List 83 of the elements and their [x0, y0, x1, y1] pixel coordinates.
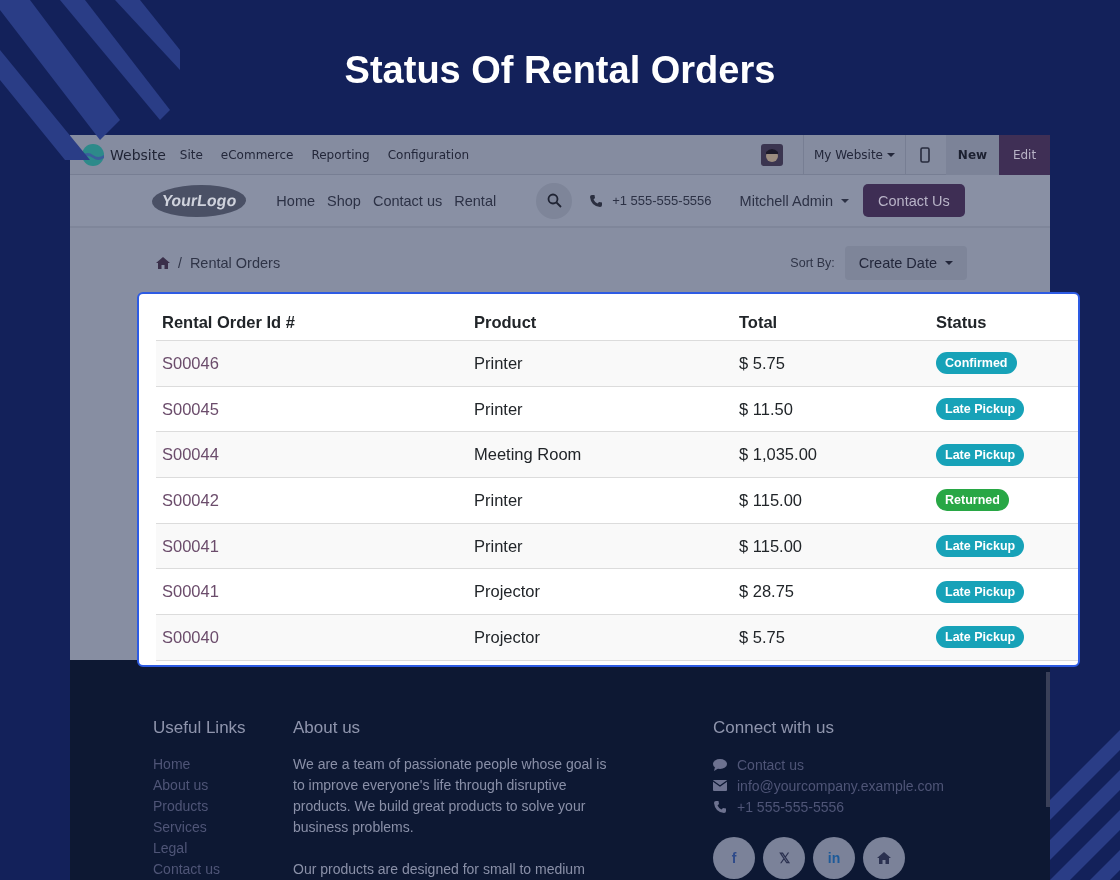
phone-number: +1 555-555-5556 [612, 193, 712, 208]
breadcrumb-separator: / [178, 255, 182, 271]
table-cell-text: Printer [474, 399, 524, 419]
sort-dropdown[interactable]: Create Date [844, 246, 967, 280]
table-cell-text: Projector [474, 582, 542, 602]
about-paragraph: We are a team of passionate people whose goal is to improve everyone's life through disruptive products. We build great products to solve your business problems. [293, 755, 608, 837]
order-id-link[interactable]: S00044 [162, 445, 219, 464]
footer-link[interactable]: About us [153, 775, 293, 796]
phone-icon [713, 800, 727, 813]
order-id-link[interactable]: S00042 [162, 490, 219, 509]
admin-menu-item[interactable]: Configuration [387, 147, 470, 162]
social-home-link[interactable] [863, 837, 905, 879]
home-icon [877, 852, 891, 864]
globe-logo-icon [82, 143, 104, 166]
table-cell-text: Printer [474, 490, 524, 510]
order-id-link[interactable]: S00046 [162, 353, 219, 372]
sort-label: Sort By: [790, 256, 835, 270]
phone-icon [590, 194, 603, 207]
table-cell-text: Printer [474, 536, 524, 556]
footer-link[interactable]: Services [153, 817, 293, 838]
table-cell-text: Projector [474, 627, 542, 647]
nav-link[interactable]: Home [276, 192, 316, 209]
user-menu[interactable]: Mitchell Admin [739, 192, 850, 209]
order-id-link[interactable]: S00045 [162, 399, 219, 418]
social-link[interactable]: f [713, 837, 755, 879]
app-name[interactable]: Website [110, 146, 166, 163]
status-badge: Confirmed [936, 352, 1017, 375]
envelope-icon [713, 780, 727, 791]
table-cell-text: $ 5.75 [739, 627, 786, 647]
search-icon [546, 193, 562, 208]
search-button[interactable] [536, 182, 573, 219]
page-title: Status Of Rental Orders [344, 48, 776, 93]
nav-link[interactable]: Shop [327, 192, 361, 209]
order-id-link[interactable]: S00041 [162, 582, 219, 601]
contact-us-button[interactable]: Contact Us [863, 184, 965, 217]
new-button[interactable]: New [946, 134, 999, 175]
order-id-link[interactable]: S00041 [162, 536, 219, 555]
table-cell-text: $ 115.00 [739, 536, 803, 556]
column-header: Status [936, 313, 988, 332]
admin-menu-item[interactable]: eCommerce [220, 147, 294, 162]
footer-link[interactable]: Legal [153, 838, 293, 859]
avatar-icon[interactable] [760, 143, 783, 166]
caret-icon [945, 261, 953, 265]
footer-link[interactable]: Home [153, 754, 293, 775]
status-badge: Late Pickup [936, 398, 1025, 421]
order-id-link[interactable]: S00040 [162, 627, 219, 646]
caret-icon [841, 198, 850, 203]
status-badge: Late Pickup [936, 626, 1025, 649]
admin-menu-item[interactable]: Site [179, 147, 203, 162]
nav-link[interactable]: Contact us [372, 192, 443, 209]
footer-link[interactable]: Products [153, 796, 293, 817]
social-link[interactable]: 𝕏 [763, 837, 805, 879]
footer-heading: About us [293, 718, 362, 738]
table-cell-text: $ 11.50 [739, 399, 794, 419]
column-header: Rental Order Id # [162, 313, 296, 332]
contact-link[interactable]: +1 555-555-5556 [737, 798, 845, 815]
about-paragraph: Our products are designed for small to medium [293, 860, 586, 879]
breadcrumb-item: Rental Orders [189, 255, 281, 271]
footer-link[interactable]: Contact us [153, 859, 293, 880]
status-badge: Late Pickup [936, 535, 1025, 558]
footer-heading: Connect with us [713, 718, 835, 738]
edit-button[interactable]: Edit [999, 134, 1050, 175]
nav-link[interactable]: Rental [454, 192, 497, 209]
website-dropdown[interactable]: My Website [803, 134, 906, 175]
table-cell-text: Printer [474, 353, 524, 373]
table-cell-text: $ 1,035.00 [739, 445, 818, 465]
status-badge: Returned [936, 489, 1009, 512]
chat-bubble-icon [713, 758, 727, 771]
table-cell-text: $ 115.00 [739, 490, 803, 510]
column-header: Product [474, 313, 538, 332]
caret-icon [887, 152, 895, 157]
contact-link[interactable]: Contact us [737, 756, 804, 773]
contact-link[interactable]: info@yourcompany.example.com [737, 777, 944, 794]
table-cell-text: $ 5.75 [739, 353, 786, 373]
admin-menu-item[interactable]: Reporting [311, 147, 370, 162]
table-cell-text: $ 28.75 [739, 582, 796, 602]
column-header: Total [739, 313, 779, 332]
footer-heading: Useful Links [153, 718, 247, 738]
mobile-phone-icon[interactable] [920, 146, 930, 163]
table-cell-text: Meeting Room [474, 445, 583, 465]
status-badge: Late Pickup [936, 443, 1025, 466]
status-badge: Late Pickup [936, 580, 1025, 603]
home-icon[interactable] [156, 257, 170, 269]
